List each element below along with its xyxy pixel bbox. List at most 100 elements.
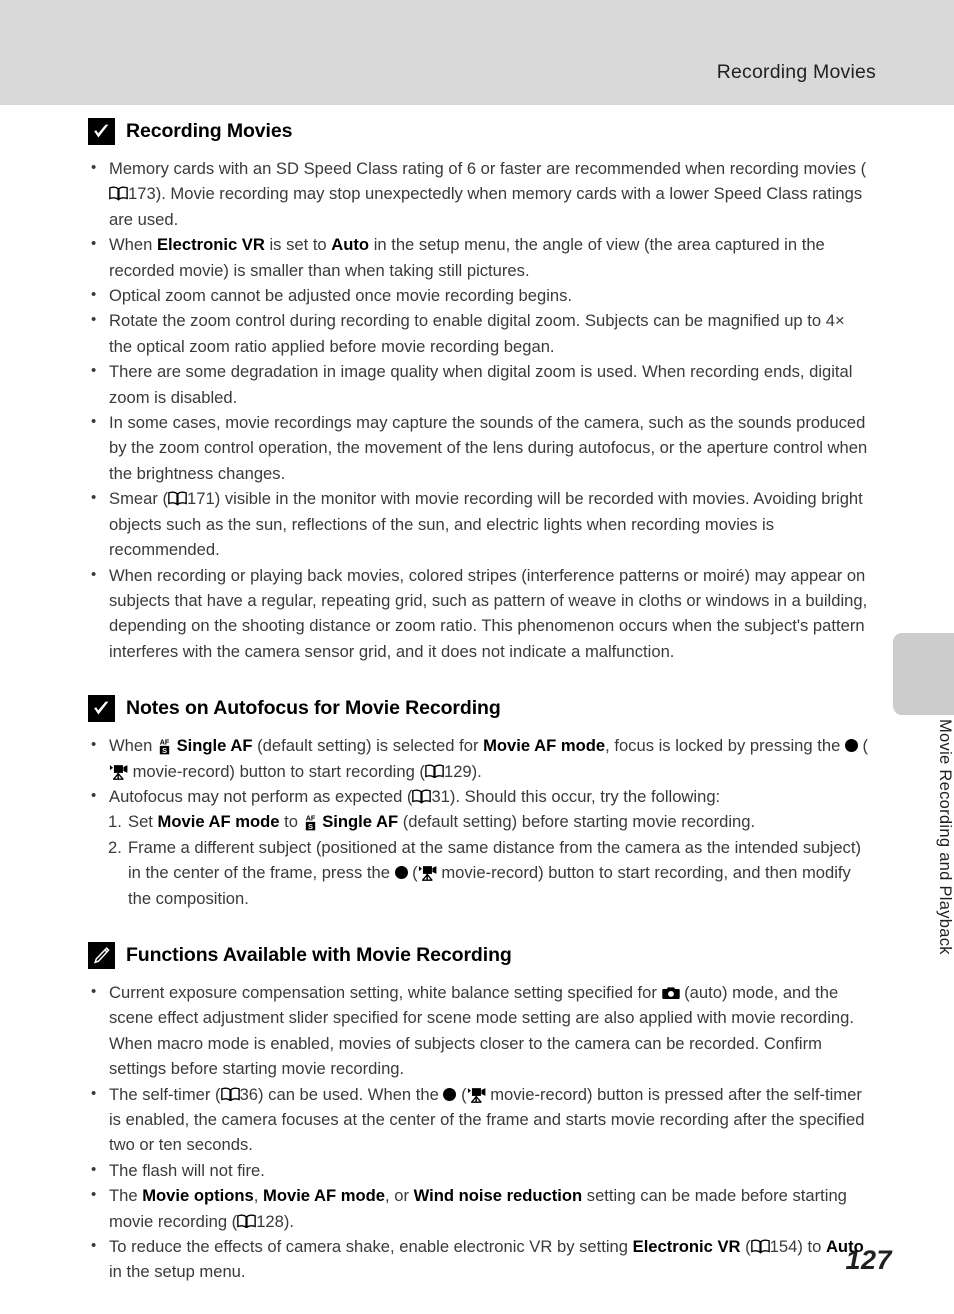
text-run: The flash will not fire. xyxy=(109,1160,265,1180)
text-run: Optical zoom cannot be adjusted once mov… xyxy=(109,286,573,306)
book-page-reference-icon xyxy=(750,1239,770,1254)
single-af-icon: AF S xyxy=(303,813,318,831)
text-run: Smear ( xyxy=(109,489,169,509)
list-item: 1. Set Movie AF mode to AF S Single AF (de… xyxy=(88,809,872,834)
bullet-list-recording-movies: Memory cards with an SD Speed Class rati… xyxy=(88,155,872,665)
record-dot-icon xyxy=(443,1087,457,1101)
text-run: Current exposure compensation setting, w… xyxy=(109,982,662,1002)
emphasis-term: Wind noise reduction xyxy=(413,1186,583,1206)
movie-record-icon xyxy=(418,865,437,882)
section-tab-marker xyxy=(893,633,954,715)
page-header-band xyxy=(0,0,954,105)
emphasis-term: Movie AF mode xyxy=(263,1186,386,1206)
emphasis-term: Electronic VR xyxy=(632,1237,741,1257)
section-title: Functions Available with Movie Recording xyxy=(126,943,512,966)
text-run: ). xyxy=(283,1211,295,1231)
text-run: The self-timer ( xyxy=(109,1084,221,1104)
list-item: Rotate the zoom control during recording… xyxy=(88,307,872,359)
list-number: 2. xyxy=(108,837,122,857)
page-ref-number: 171 xyxy=(187,489,215,509)
svg-text:S: S xyxy=(308,822,313,831)
emphasis-term: Movie AF mode xyxy=(483,736,606,756)
checkmark-box-icon xyxy=(88,695,115,723)
list-item: Optical zoom cannot be adjusted once mov… xyxy=(88,282,872,308)
list-item: When Electronic VR is set to Auto in the… xyxy=(88,231,872,283)
list-item: Current exposure compensation setting, w… xyxy=(88,979,872,1082)
section-tab-label: Movie Recording and Playback xyxy=(936,719,954,955)
text-run: In some cases, movie recordings may capt… xyxy=(109,413,868,483)
list-item: The Movie options, Movie AF mode, or Win… xyxy=(88,1182,872,1234)
list-item: Memory cards with an SD Speed Class rati… xyxy=(88,155,872,232)
list-item: The flash will not fire. xyxy=(88,1157,872,1183)
movie-record-icon xyxy=(467,1087,486,1103)
page-ref-number: 36 xyxy=(239,1084,259,1104)
book-page-reference-icon xyxy=(109,186,128,202)
list-item: Autofocus may not perform as expected ( 3… xyxy=(88,783,872,809)
text-run: ( xyxy=(456,1084,467,1104)
text-run: Autofocus may not perform as expected ( xyxy=(109,786,413,806)
text-run: , or xyxy=(385,1186,414,1206)
book-page-reference-icon xyxy=(237,1214,257,1229)
emphasis-term: Auto xyxy=(825,1237,864,1257)
page-ref-number: 129 xyxy=(443,761,472,781)
text-run: ). Movie recording may stop unexpectedly… xyxy=(109,184,863,229)
text-run: Rotate the zoom control during recording… xyxy=(109,311,845,356)
single-af-icon: AF S xyxy=(157,737,172,755)
book-page-reference-icon xyxy=(220,1087,240,1102)
text-run: ( xyxy=(407,863,418,883)
text-run: When xyxy=(109,235,157,255)
list-number: 1. xyxy=(108,812,122,832)
page-header-title: Recording Movies xyxy=(716,61,876,83)
list-item: In some cases, movie recordings may capt… xyxy=(88,409,872,486)
section-title: Notes on Autofocus for Movie Recording xyxy=(126,697,501,720)
text-run: ) visible in the monitor with movie reco… xyxy=(109,489,863,560)
text-run: Set xyxy=(128,812,158,832)
text-run: Memory cards with an SD Speed Class rati… xyxy=(109,159,867,178)
text-run: To reduce the effects of camera shake, e… xyxy=(109,1237,633,1257)
list-item: When recording or playing back movies, c… xyxy=(88,562,872,665)
text-run: (default setting) is selected for xyxy=(252,736,484,756)
text-run: ( xyxy=(740,1237,751,1257)
text-run: is set to xyxy=(264,235,332,255)
text-run: ). Should this occur, try the following: xyxy=(449,786,721,806)
text-run: ) to xyxy=(797,1237,826,1257)
list-item: When AFS Single AF (default setting) is … xyxy=(88,732,872,784)
emphasis-term: Single AF xyxy=(322,812,399,832)
text-run: , xyxy=(253,1186,263,1206)
list-item: The self-timer ( 36) can be used. When th… xyxy=(88,1081,872,1158)
page-content: Recording Movies Memory cards with an SD… xyxy=(88,118,872,1285)
emphasis-term: Movie AF mode xyxy=(157,812,280,832)
text-run: ( xyxy=(857,736,869,756)
text-run: The xyxy=(109,1186,143,1206)
text-run: , focus is locked by pressing the xyxy=(605,736,845,756)
emphasis-term: Auto xyxy=(331,235,370,255)
text-run: When recording or playing back movies, c… xyxy=(109,565,868,661)
camera-auto-mode-icon xyxy=(661,986,680,1000)
text-run: in the setup menu. xyxy=(109,1262,246,1282)
book-page-reference-icon xyxy=(412,789,432,804)
emphasis-term: Single AF xyxy=(176,736,253,756)
page-ref-number: 173 xyxy=(128,184,156,204)
text-run: ) can be used. When the xyxy=(258,1084,444,1104)
text-run: (default setting) before starting movie … xyxy=(398,812,756,832)
page-ref-number: 154 xyxy=(769,1237,798,1257)
bullet-list-autofocus-notes: When AFS Single AF (default setting) is … xyxy=(88,732,872,809)
section-title: Recording Movies xyxy=(126,120,293,142)
page-ref-number: 31 xyxy=(431,786,450,806)
numbered-list-autofocus-steps: 1. Set Movie AF mode to AF S Single AF (de… xyxy=(88,809,872,911)
text-run: ). xyxy=(471,761,482,781)
text-run: When xyxy=(109,736,157,756)
book-page-reference-icon xyxy=(425,764,444,779)
page-ref-number: 128 xyxy=(256,1211,284,1231)
text-run: movie-record) button to start recording … xyxy=(128,761,425,781)
list-item: There are some degradation in image qual… xyxy=(88,358,872,410)
list-item: To reduce the effects of camera shake, e… xyxy=(88,1233,872,1285)
section-heading-functions-available: Functions Available with Movie Recording xyxy=(88,941,872,969)
section-heading-autofocus-notes: Notes on Autofocus for Movie Recording xyxy=(88,695,872,723)
list-item: Smear ( 171) visible in the monitor with … xyxy=(88,485,872,562)
record-dot-icon xyxy=(844,739,858,753)
text-run: to xyxy=(279,812,303,832)
checkmark-box-icon xyxy=(88,118,115,145)
movie-record-icon xyxy=(109,764,128,780)
section-heading-recording-movies: Recording Movies xyxy=(88,118,872,145)
